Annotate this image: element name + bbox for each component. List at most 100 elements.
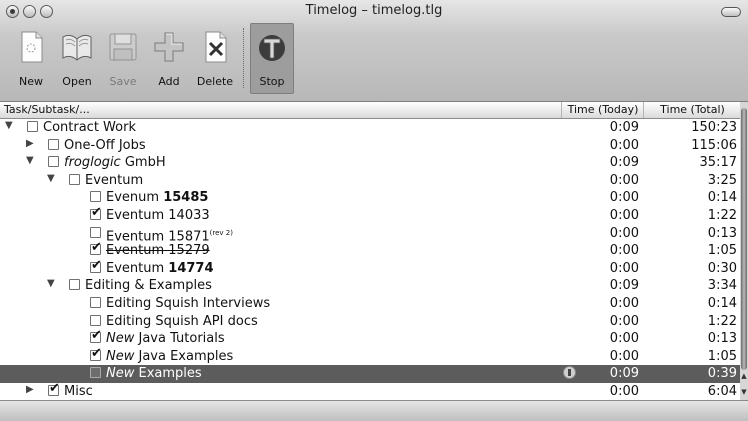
delete-button[interactable]: Delete bbox=[192, 24, 238, 94]
titlebar-toolbar: Timelog – timelog.tlg New Open Save Add … bbox=[0, 0, 748, 102]
time-total-cell: 0:30 bbox=[707, 260, 737, 276]
task-checkbox[interactable] bbox=[90, 258, 102, 273]
task-checkbox[interactable] bbox=[48, 381, 60, 396]
task-checkbox[interactable] bbox=[90, 328, 102, 344]
task-name: Misc bbox=[64, 383, 93, 400]
task-name: froglogic GmbH bbox=[64, 154, 166, 171]
task-checkbox[interactable] bbox=[90, 240, 102, 256]
time-total-cell: 0:13 bbox=[707, 225, 737, 241]
task-row[interactable]: New Java Examples 0:00 1:05 bbox=[0, 346, 740, 366]
task-name-part: One-Off Jobs bbox=[64, 137, 146, 153]
disclosure-collapsed-icon[interactable]: ▶ bbox=[26, 384, 34, 395]
task-checkbox[interactable] bbox=[90, 191, 101, 203]
add-label: Add bbox=[158, 75, 180, 88]
task-name-part: Examples bbox=[134, 366, 202, 382]
plus-add-icon bbox=[154, 32, 184, 62]
task-row[interactable]: Eventum 14033 0:00 1:22 bbox=[0, 205, 740, 225]
time-total-cell: 3:34 bbox=[707, 278, 737, 294]
task-row[interactable]: Evenum 15485 0:00 0:14 bbox=[0, 189, 740, 207]
disclosure-expanded-icon[interactable]: ▼ bbox=[47, 278, 55, 289]
task-name: Contract Work bbox=[43, 119, 136, 136]
task-name-part: 14774 bbox=[168, 260, 214, 276]
column-header-total[interactable]: Time (Total) bbox=[643, 102, 741, 118]
task-row[interactable]: ▶ Misc 0:00 6:04 bbox=[0, 381, 740, 400]
task-name-part: Editing & Examples bbox=[85, 278, 212, 294]
task-checkbox[interactable] bbox=[90, 314, 101, 326]
toolbar-toggle-button[interactable] bbox=[721, 7, 741, 17]
save-button[interactable]: Save bbox=[100, 24, 146, 94]
task-name: One-Off Jobs bbox=[64, 137, 146, 154]
time-total-cell: 0:13 bbox=[707, 331, 737, 347]
time-total-cell: 1:05 bbox=[707, 243, 737, 259]
time-today-cell: 0:00 bbox=[609, 172, 639, 188]
task-row[interactable]: Editing Squish Interviews 0:00 0:14 bbox=[0, 295, 740, 313]
time-today-cell: 0:00 bbox=[609, 313, 639, 329]
task-row[interactable]: ▼ Eventum 0:00 3:25 bbox=[0, 172, 740, 190]
task-checkbox[interactable] bbox=[69, 173, 80, 185]
task-checkbox[interactable] bbox=[90, 226, 101, 238]
task-checkbox[interactable] bbox=[48, 156, 59, 168]
floppy-save-icon bbox=[109, 33, 137, 61]
task-name-part: Java Tutorials bbox=[134, 331, 225, 347]
task-name: Eventum 14033 bbox=[106, 207, 210, 224]
time-total-cell: 6:04 bbox=[707, 383, 737, 399]
task-checkbox[interactable] bbox=[90, 346, 102, 361]
scroll-up-arrow[interactable]: ▲ bbox=[740, 372, 748, 380]
time-today-cell: 0:00 bbox=[609, 383, 639, 399]
open-label: Open bbox=[62, 75, 92, 88]
column-header-today[interactable]: Time (Today) bbox=[561, 102, 644, 118]
task-name-part: New bbox=[106, 331, 135, 347]
time-today-cell: 0:09 bbox=[609, 278, 639, 294]
task-name: Editing & Examples bbox=[85, 277, 212, 294]
task-checkbox[interactable] bbox=[90, 367, 101, 379]
task-name-part: Editing Squish Interviews bbox=[106, 295, 271, 311]
task-checkbox[interactable] bbox=[69, 279, 80, 291]
task-name: New Java Tutorials bbox=[106, 330, 225, 347]
task-row[interactable]: New Java Tutorials 0:00 0:13 bbox=[0, 328, 740, 348]
new-label: New bbox=[19, 75, 43, 88]
task-checkbox[interactable] bbox=[27, 121, 38, 132]
task-name-part: Eventum 15279 bbox=[106, 243, 210, 259]
task-row[interactable]: Eventum 15279 0:00 1:05 bbox=[0, 240, 740, 260]
time-today-cell: 0:00 bbox=[609, 348, 639, 364]
task-row[interactable]: ▼ froglogic GmbH 0:09 35:17 bbox=[0, 154, 740, 172]
task-checkbox[interactable] bbox=[48, 138, 59, 150]
delete-document-icon bbox=[205, 31, 227, 63]
time-total-cell: 0:14 bbox=[707, 190, 737, 206]
task-name-part: Editing Squish API docs bbox=[106, 313, 258, 329]
new-button[interactable]: New bbox=[8, 24, 54, 94]
task-name-part: Eventum bbox=[106, 260, 169, 276]
disclosure-expanded-icon[interactable]: ▼ bbox=[47, 173, 55, 184]
time-total-cell: 3:25 bbox=[707, 172, 737, 188]
disclosure-expanded-icon[interactable]: ▼ bbox=[26, 155, 34, 166]
scroll-down-arrow[interactable]: ▼ bbox=[740, 388, 748, 396]
time-today-cell: 0:00 bbox=[609, 243, 639, 259]
scrollbar-thumb[interactable] bbox=[741, 108, 747, 370]
time-total-cell: 0:39 bbox=[707, 366, 737, 382]
task-row[interactable]: Editing Squish API docs 0:00 1:22 bbox=[0, 313, 740, 331]
task-name-part: 15485 bbox=[163, 190, 209, 206]
stop-button[interactable]: Stop bbox=[250, 23, 294, 94]
time-today-cell: 0:00 bbox=[609, 190, 639, 206]
disclosure-collapsed-icon[interactable]: ▶ bbox=[26, 138, 34, 149]
column-header-task[interactable]: Task/Subtask/... bbox=[4, 103, 90, 116]
time-today-cell: 0:09 bbox=[609, 120, 639, 135]
task-name-part: Evenum bbox=[106, 190, 164, 206]
open-button[interactable]: Open bbox=[54, 24, 100, 94]
task-row[interactable]: New Examples 0:09 0:39 bbox=[0, 365, 740, 383]
task-checkbox[interactable] bbox=[90, 205, 102, 220]
disclosure-expanded-icon[interactable]: ▼ bbox=[5, 120, 13, 131]
time-today-cell: 0:00 bbox=[609, 137, 639, 153]
task-row[interactable]: ▼ Contract Work 0:09 150:23 bbox=[0, 119, 740, 137]
task-name-part: Eventum bbox=[85, 172, 144, 188]
time-total-cell: 1:22 bbox=[707, 207, 737, 223]
task-row[interactable]: ▶ One-Off Jobs 0:00 115:06 bbox=[0, 137, 740, 155]
task-row[interactable]: Eventum 15871(rev 2) 0:00 0:13 bbox=[0, 225, 740, 244]
task-checkbox[interactable] bbox=[90, 296, 101, 308]
add-button[interactable]: Add bbox=[146, 24, 192, 94]
delete-label: Delete bbox=[196, 75, 234, 88]
table-header: Task/Subtask/... Time (Today) Time (Tota… bbox=[0, 102, 740, 119]
task-row[interactable]: Eventum 14774 0:00 0:30 bbox=[0, 258, 740, 278]
task-row[interactable]: ▼ Editing & Examples 0:09 3:34 bbox=[0, 277, 740, 295]
vertical-scrollbar[interactable]: ▲ ▼ bbox=[740, 102, 748, 400]
